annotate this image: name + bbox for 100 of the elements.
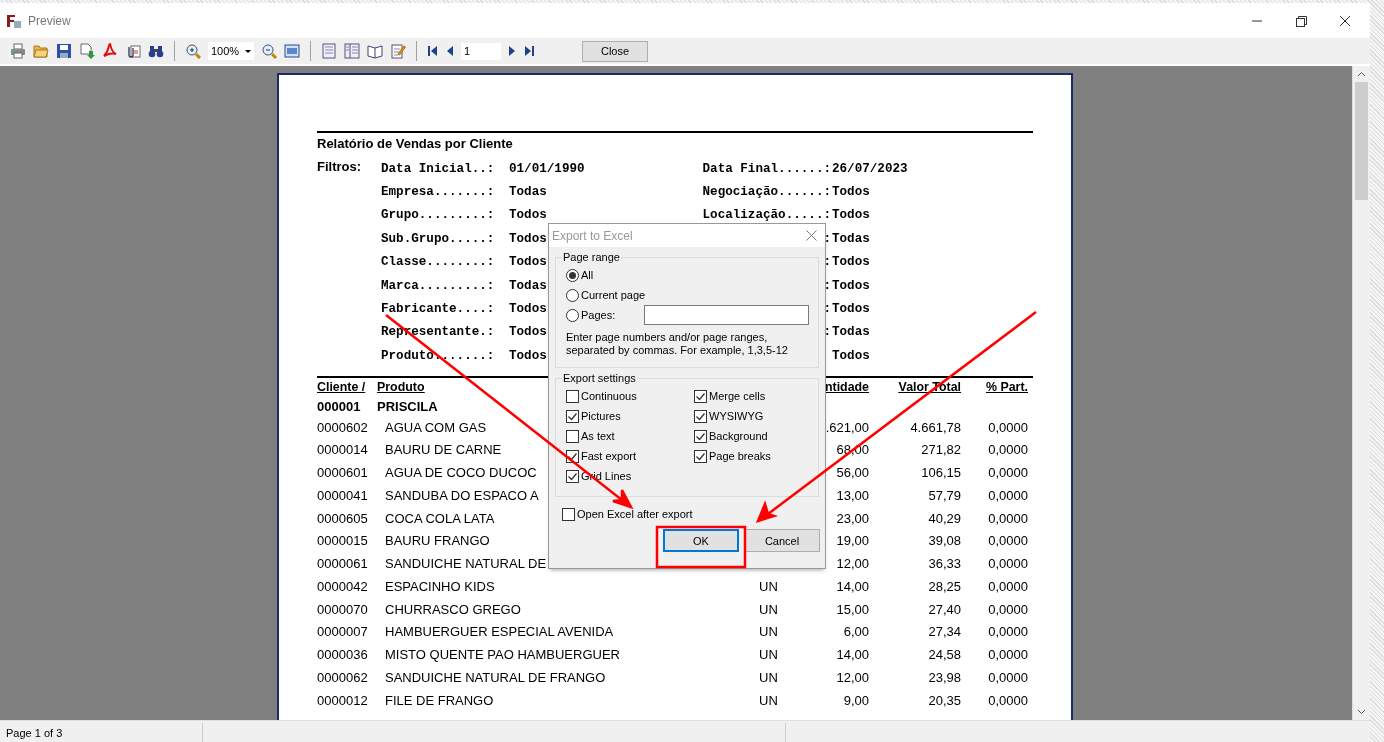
last-page-icon[interactable] — [523, 45, 535, 57]
folder-icon[interactable] — [33, 43, 49, 59]
table-cell-text: UN — [759, 623, 778, 642]
scroll-down-icon[interactable] — [1357, 707, 1366, 716]
option-label[interactable]: Page breaks — [709, 450, 771, 462]
zoom-in-icon[interactable] — [185, 43, 201, 59]
option-label[interactable]: All — [581, 269, 594, 281]
checkbox[interactable] — [694, 449, 707, 463]
option-label[interactable]: Merge cells — [709, 390, 766, 402]
filter-label: Grupo.........: — [381, 208, 495, 223]
binoculars-icon[interactable] — [148, 43, 164, 59]
table-cell-text: .621,00 — [825, 418, 869, 437]
filter-label: Empresa.......: — [381, 185, 495, 200]
table-cell-text: FILE DE FRANGO — [385, 691, 494, 710]
table-cell-text: 15,00 — [836, 600, 869, 619]
checkbox[interactable] — [566, 389, 579, 403]
option-label[interactable]: Open Excel after export — [577, 508, 693, 520]
zoom-dropdown[interactable]: 100% — [208, 42, 254, 60]
option-label[interactable]: Current page — [581, 289, 646, 301]
checkbox[interactable] — [562, 507, 575, 521]
table-cell-text: 6,00 — [843, 623, 869, 642]
filter-value: Todos — [509, 231, 547, 246]
filter-value: Todos — [832, 208, 870, 223]
radio-button[interactable] — [566, 268, 579, 282]
table-cell-text: 23,00 — [836, 509, 869, 528]
option-label[interactable]: WYSIWYG — [709, 410, 764, 422]
open-book-icon[interactable] — [367, 43, 383, 59]
table-cell-text: UN — [759, 600, 778, 619]
filter-label: Marca.........: — [381, 278, 495, 293]
next-page-icon[interactable] — [508, 45, 516, 57]
table-cell-text: 0,0000 — [988, 486, 1028, 505]
filter-value: Todas — [832, 231, 870, 246]
filter-value: Todas — [832, 325, 870, 340]
filter-label: Fabricante....: — [381, 302, 495, 317]
filter-label: Data Final......: — [702, 161, 831, 176]
vertical-scrollbar[interactable] — [1352, 66, 1370, 720]
option-label[interactable]: Pages: — [581, 309, 616, 321]
checkbox[interactable] — [694, 429, 707, 443]
page-number-field[interactable]: 1 — [461, 42, 501, 60]
table-cell-text: 28,25 — [928, 577, 961, 596]
checkbox[interactable] — [694, 409, 707, 423]
document-arrow-icon[interactable] — [79, 43, 95, 59]
table-cell-text: SANDUICHE NATURAL DE — [385, 555, 547, 573]
option-label[interactable]: As text — [581, 430, 615, 442]
checkbox[interactable] — [566, 469, 579, 483]
status-text: Page 1 of 3 — [6, 727, 63, 739]
option-label[interactable]: Pictures — [581, 410, 621, 422]
client-code: 000001 — [317, 397, 361, 416]
table-cell-text: 0,0000 — [988, 646, 1028, 664]
zoom-out-icon[interactable] — [261, 43, 277, 59]
paperclip-document-icon[interactable] — [125, 43, 141, 59]
dialog-button[interactable]: Cancel — [744, 529, 820, 552]
close-icon[interactable] — [1338, 13, 1352, 28]
two-pages-icon[interactable] — [344, 43, 360, 59]
pdf-icon[interactable] — [102, 43, 118, 59]
scrollbar-thumb[interactable] — [1355, 82, 1368, 200]
table-cell-text: 0000061 — [317, 555, 368, 573]
table-cell-text: 14,00 — [836, 646, 869, 664]
table-cell-text: 20,35 — [928, 691, 961, 710]
edit-page-icon[interactable] — [390, 43, 406, 59]
filter-value: Todos — [832, 278, 870, 293]
first-page-icon[interactable] — [427, 45, 439, 57]
option-label[interactable]: Continuous — [581, 390, 637, 402]
filter-label: : — [823, 255, 831, 270]
pages-field[interactable] — [644, 305, 810, 325]
table-cell-text: 0,0000 — [988, 532, 1028, 551]
option-label[interactable]: Fast export — [581, 450, 637, 462]
radio-button[interactable] — [566, 308, 579, 322]
radio-button[interactable] — [566, 288, 579, 302]
filter-label: Sub.Grupo.....: — [381, 231, 495, 246]
filter-value: Todos — [832, 185, 870, 200]
filter-label: : — [823, 278, 831, 293]
table-cell-text: 0000012 — [317, 691, 368, 710]
table-cell-text: 271,82 — [921, 441, 961, 460]
table-cell-text: 12,00 — [836, 555, 869, 573]
table-cell-text: HAMBUERGUER ESPECIAL AVENIDA — [385, 623, 614, 642]
table-cell-text: 39,08 — [928, 532, 961, 551]
filter-label: Classe........: — [381, 255, 495, 270]
previous-page-icon[interactable] — [446, 45, 454, 57]
checkbox[interactable] — [566, 409, 579, 423]
table-cell-text: AGUA DE COCO DUCOC — [385, 464, 537, 482]
printer-icon[interactable] — [10, 43, 26, 59]
close-button[interactable]: Close — [582, 40, 648, 62]
table-cell-text: CHURRASCO GREGO — [385, 600, 521, 619]
dialog-button[interactable]: OK — [663, 529, 739, 552]
page-width-icon[interactable] — [284, 43, 300, 59]
restore-icon[interactable] — [1294, 13, 1308, 28]
filter-value: Todos — [832, 255, 870, 270]
column-header: % Part. — [986, 379, 1028, 394]
table-cell-text: 0000605 — [317, 509, 368, 528]
column-header: Produto — [377, 379, 425, 394]
checkbox[interactable] — [566, 429, 579, 443]
table-cell-text: 12,00 — [836, 668, 869, 687]
column-header: Cliente / — [317, 378, 366, 396]
checkbox[interactable] — [694, 389, 707, 403]
table-cell-text: 4.661,78 — [910, 418, 961, 437]
scroll-up-icon[interactable] — [1357, 70, 1366, 79]
table-cell-text: SANDUBA DO ESPACO A — [385, 486, 539, 505]
option-label[interactable]: Background — [709, 430, 768, 442]
filter-value: Todas — [509, 278, 547, 293]
